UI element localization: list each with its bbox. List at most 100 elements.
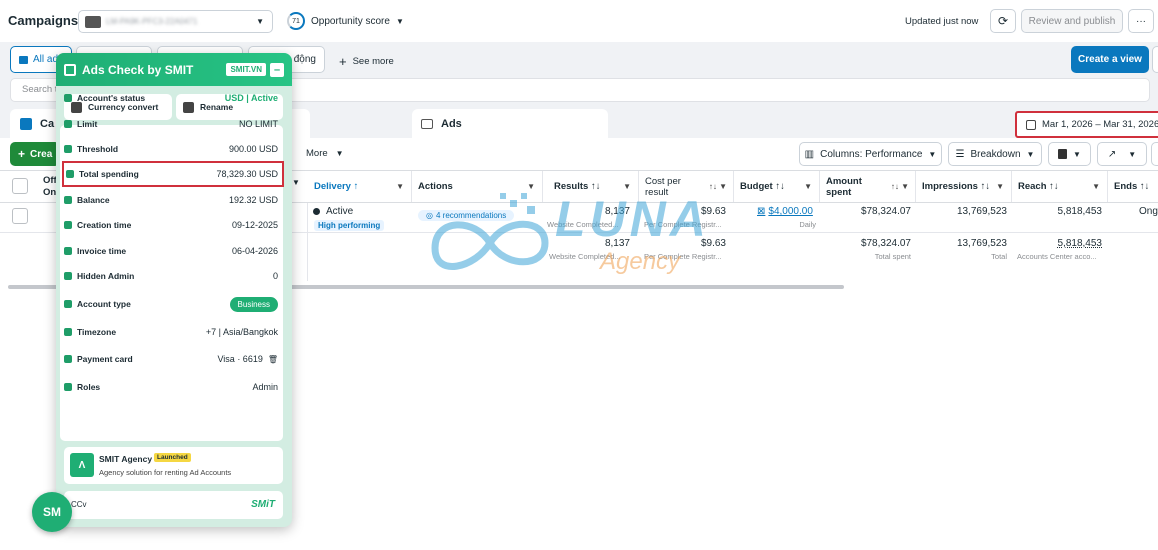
total-spending-value: 78,329.30 USD <box>216 169 278 179</box>
header-reach-label: Reach ↑↓ <box>1018 181 1059 192</box>
select-all-checkbox[interactable] <box>12 178 28 194</box>
balance-icon <box>64 196 72 204</box>
total-results: 8,137 <box>604 238 630 249</box>
account-type-value[interactable]: Business <box>229 296 278 312</box>
smit-icon <box>64 63 76 76</box>
chevron-down-icon: ▼ <box>1128 149 1137 159</box>
report-icon <box>1058 149 1068 159</box>
plus-icon: + <box>339 54 347 69</box>
hidden-admin-icon <box>64 272 72 280</box>
agency-description: Agency solution for renting Ad Accounts <box>99 468 232 477</box>
reports-dropdown[interactable]: ▼ <box>1048 142 1091 166</box>
limit-value: NO LIMIT <box>238 119 278 129</box>
toolbar-overflow-button[interactable] <box>1151 142 1158 166</box>
chevron-down-icon: ▼ <box>928 149 937 159</box>
results-value: 8,137 <box>604 206 630 217</box>
date-range-picker[interactable]: Mar 1, 2026 – Mar 31, 2026 <box>1015 111 1158 138</box>
account-status-icon <box>64 94 72 102</box>
budget-type: Daily <box>799 220 816 229</box>
export-dropdown[interactable]: ↗ ▼ <box>1097 142 1147 166</box>
roles-label: Roles <box>77 382 101 392</box>
limit-icon <box>64 120 72 128</box>
header-reach[interactable]: Reach ↑↓ ▼ <box>1012 171 1108 202</box>
breakdown-label: Breakdown <box>970 148 1021 160</box>
account-avatar <box>85 15 101 28</box>
header-impressions-label: Impressions ↑↓ <box>922 181 991 192</box>
header-actions[interactable]: Actions ▼ <box>412 171 543 202</box>
sort-chevron-icon: ↑↓ ▼ <box>890 182 909 191</box>
columns-dropdown[interactable]: ▥ Columns: Performance ▼ <box>799 142 942 166</box>
creation-time-value: 09-12-2025 <box>231 220 278 230</box>
agency-logo-icon: Λ <box>70 453 94 477</box>
threshold-value: 900.00 USD <box>228 144 278 154</box>
more-actions-button[interactable]: More ▼ <box>306 148 344 159</box>
cost-type: Per Complete Registr... <box>644 220 722 229</box>
chevron-down-icon: ▼ <box>395 16 404 26</box>
header-amount-spent[interactable]: Amount spent ↑↓ ▼ <box>820 171 916 202</box>
account-type-icon <box>64 300 72 308</box>
review-publish-button[interactable]: Review and publish <box>1021 9 1123 33</box>
header-delivery[interactable]: Delivery ↑ ▼ <box>308 171 412 202</box>
column-divider <box>307 203 308 281</box>
see-more-button[interactable]: + See more <box>339 54 394 69</box>
budget-link[interactable]: ⊠ $4,000.00 <box>757 206 813 217</box>
total-impressions: 13,769,523 <box>956 238 1007 249</box>
breakdown-icon: ☰ <box>955 148 965 160</box>
chart-icon: ⊠ <box>757 206 766 217</box>
info-row-balance: Balance 192.32 USD <box>64 187 278 213</box>
ends-value: Ongo <box>1139 206 1158 217</box>
smit-badge[interactable]: SMIT.VN <box>226 63 266 76</box>
roles-value: Admin <box>252 382 278 392</box>
account-name: LM-PA9K-PFC3-22A0471 <box>106 17 198 26</box>
header-impressions[interactable]: Impressions ↑↓ ▼ <box>916 171 1012 202</box>
header-results[interactable]: Results ↑↓ ▼ <box>543 171 639 202</box>
invoice-time-label: Invoice time <box>77 246 127 256</box>
tab-ads[interactable]: Ads <box>412 109 608 138</box>
top-bar: Campaigns LM-PA9K-PFC3-22A0471 ▼ 71 Oppo… <box>0 0 1158 42</box>
chevron-down-icon: ▼ <box>1026 149 1035 159</box>
header-budget[interactable]: Budget ↑↓ ▼ <box>734 171 820 202</box>
row-checkbox[interactable] <box>12 208 28 224</box>
smit-footer-logo: SMiT <box>251 499 275 510</box>
status-dot-icon <box>313 208 320 215</box>
info-row-threshold: Threshold 900.00 USD <box>64 136 278 162</box>
view-options-button[interactable] <box>1152 46 1158 73</box>
recommendations-chip[interactable]: ◎ 4 recommendations <box>418 210 515 221</box>
balance-value: 192.32 USD <box>228 195 278 205</box>
create-button[interactable]: + Crea <box>10 142 60 166</box>
creation-time-icon <box>64 221 72 229</box>
smit-agency-card[interactable]: Λ SMIT Agency Launched Agency solution f… <box>64 447 283 484</box>
lightbulb-icon: ◎ <box>426 211 433 220</box>
columns-label: Columns: Performance <box>820 148 923 160</box>
smit-float-button[interactable]: SM <box>32 492 72 532</box>
timezone-value: +7 | Asia/Bangkok <box>205 327 278 337</box>
refresh-button[interactable]: ⟳ <box>990 9 1016 33</box>
delivery-status: Active <box>313 206 353 217</box>
minimize-button[interactable]: – <box>270 62 284 77</box>
account-selector[interactable]: LM-PA9K-PFC3-22A0471 ▼ <box>78 10 273 33</box>
header-delivery-label: Delivery ↑ <box>314 181 359 192</box>
breakdown-dropdown[interactable]: ☰ Breakdown ▼ <box>948 142 1042 166</box>
total-amount-type: Total spent <box>874 252 911 261</box>
recommendations-label: 4 recommendations <box>435 211 507 220</box>
panel-header: Ads Check by SMIT SMIT.VN – <box>56 53 292 86</box>
chevron-down-icon: ▼ <box>804 182 812 191</box>
tab-ads-label: Ads <box>441 117 462 130</box>
more-options-button[interactable]: ··· <box>1128 9 1154 33</box>
info-row-invoice-time: Invoice time 06-04-2026 <box>64 238 278 264</box>
all-ads-label: All ad <box>33 54 59 65</box>
chevron-down-icon: ▼ <box>1073 149 1081 159</box>
header-amount-label: Amount spent <box>826 175 862 198</box>
plus-icon: + <box>18 147 26 161</box>
header-cost-per-result[interactable]: Cost per result ↑↓ ▼ <box>639 171 734 202</box>
delete-card-icon[interactable]: 🗑 <box>268 355 278 364</box>
account-status-value: USD | Active <box>224 93 278 103</box>
threshold-icon <box>64 145 72 153</box>
total-impressions-type: Total <box>991 252 1007 261</box>
create-view-button[interactable]: Create a view <box>1071 46 1149 73</box>
header-ends-label: Ends ↑↓ <box>1114 181 1150 192</box>
panel-title: Ads Check by SMIT <box>82 62 194 77</box>
invoice-time-icon <box>64 247 72 255</box>
opportunity-score[interactable]: 71 Opportunity score ▼ <box>287 12 404 30</box>
header-ends[interactable]: Ends ↑↓ <box>1108 171 1158 202</box>
